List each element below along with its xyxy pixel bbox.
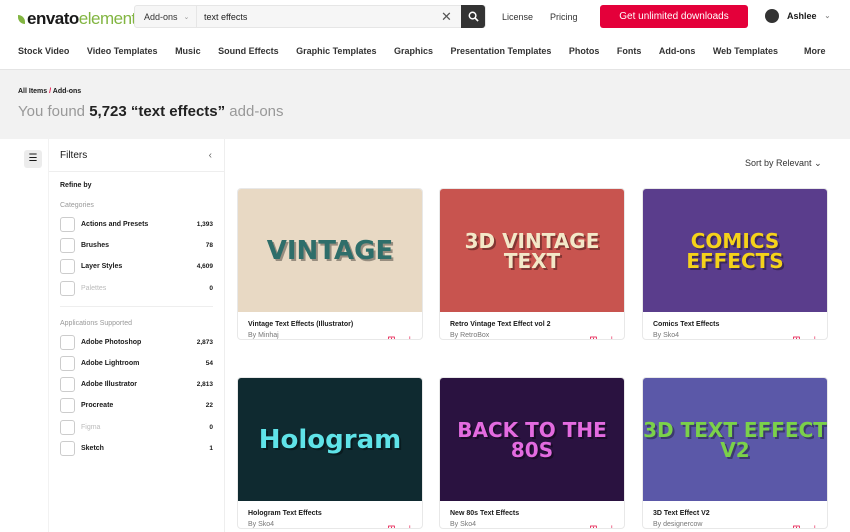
search-category-select[interactable]: Add-ons ⌄: [135, 6, 197, 27]
envato-logo[interactable]: envatoelements: [18, 9, 144, 29]
checkbox[interactable]: [60, 280, 75, 296]
checkbox[interactable]: [60, 377, 75, 393]
user-avatar-icon: [765, 9, 779, 23]
search-bar: Add-ons ⌄ text effects ✕: [134, 5, 486, 28]
download-icon[interactable]: ⤓: [408, 524, 412, 528]
nav-video-templates[interactable]: Video Templates: [87, 46, 158, 56]
chevron-down-icon: ⌄: [824, 13, 831, 20]
bookmark-icon[interactable]: ⊞: [387, 524, 395, 528]
item-thumbnail[interactable]: VINTAGE: [238, 189, 422, 312]
item-card[interactable]: 3D TEXT EFFECT V2 3D Text Effect V2 By d…: [642, 377, 828, 529]
filter-toggle-icon[interactable]: ☰: [24, 150, 42, 168]
refine-by-label: Refine by: [60, 182, 92, 189]
nav-sound-effects[interactable]: Sound Effects: [218, 46, 279, 56]
nav-presentation-templates[interactable]: Presentation Templates: [450, 46, 551, 56]
item-thumbnail[interactable]: COMICS EFFECTS: [643, 189, 827, 312]
results-heading: You found 5,723 “text effects” add-ons: [18, 103, 284, 120]
header: envatoelements Add-ons ⌄ text effects ✕ L…: [0, 0, 850, 70]
categories-heading: Categories: [60, 202, 94, 209]
nav-graphic-templates[interactable]: Graphic Templates: [296, 46, 376, 56]
get-unlimited-downloads-button[interactable]: Get unlimited downloads: [600, 5, 748, 28]
item-thumbnail[interactable]: 3D TEXT EFFECT V2: [643, 378, 827, 501]
nav-more[interactable]: More: [804, 46, 826, 56]
checkbox[interactable]: [60, 419, 75, 435]
item-card[interactable]: BACK TO THE 80S New 80s Text Effects By …: [439, 377, 625, 529]
category-nav: Stock Video Video Templates Music Sound …: [18, 46, 843, 56]
nav-photos[interactable]: Photos: [569, 46, 600, 56]
filter-option[interactable]: Layer Styles 4,609: [49, 256, 224, 277]
collapse-chevron-icon[interactable]: ‹: [209, 150, 212, 161]
item-title[interactable]: Retro Vintage Text Effect vol 2: [450, 321, 624, 328]
item-title[interactable]: New 80s Text Effects: [450, 510, 624, 517]
breadcrumb-add-ons[interactable]: Add-ons: [53, 88, 81, 95]
item-title[interactable]: 3D Text Effect V2: [653, 510, 827, 517]
bookmark-icon[interactable]: ⊞: [792, 335, 800, 339]
filter-option[interactable]: Figma 0: [49, 417, 224, 438]
filter-option[interactable]: Adobe Lightroom 54: [49, 353, 224, 374]
nav-graphics[interactable]: Graphics: [394, 46, 433, 56]
filter-option[interactable]: Brushes 78: [49, 235, 224, 256]
nav-stock-video[interactable]: Stock Video: [18, 46, 69, 56]
nav-music[interactable]: Music: [175, 46, 201, 56]
checkbox[interactable]: [60, 259, 75, 275]
search-icon: [468, 11, 479, 22]
checkbox[interactable]: [60, 398, 75, 414]
download-icon[interactable]: ⤓: [813, 524, 817, 528]
download-icon[interactable]: ⤓: [813, 335, 817, 339]
checkbox[interactable]: [60, 334, 75, 350]
item-card[interactable]: COMICS EFFECTS Comics Text Effects By Sk…: [642, 188, 828, 340]
filters-title: Filters: [60, 149, 88, 161]
download-icon[interactable]: ⤓: [610, 524, 614, 528]
filter-option[interactable]: Actions and Presets 1,393: [49, 214, 224, 235]
filters-panel: Filters ‹ Refine by Categories Actions an…: [48, 139, 225, 532]
applications-heading: Applications Supported: [60, 319, 132, 327]
main-content: ☰ Filters ‹ Refine by Categories Actions …: [0, 139, 850, 532]
item-title[interactable]: Comics Text Effects: [653, 321, 827, 328]
nav-web-templates[interactable]: Web Templates: [713, 46, 778, 56]
filter-option[interactable]: Sketch 1: [49, 438, 224, 459]
download-icon[interactable]: ⤓: [610, 335, 614, 339]
search-input[interactable]: text effects: [197, 12, 441, 22]
filter-option[interactable]: Adobe Illustrator 2,813: [49, 374, 224, 395]
license-link[interactable]: License: [502, 12, 533, 22]
divider: [60, 305, 213, 307]
bookmark-icon[interactable]: ⊞: [792, 524, 800, 528]
item-thumbnail[interactable]: BACK TO THE 80S: [440, 378, 624, 501]
filter-option[interactable]: Adobe Photoshop 2,873: [49, 332, 224, 353]
item-card[interactable]: VINTAGE Vintage Text Effects (Illustrato…: [237, 188, 423, 340]
nav-add-ons[interactable]: Add-ons: [659, 46, 696, 56]
item-card[interactable]: 3D VINTAGE TEXT Retro Vintage Text Effec…: [439, 188, 625, 340]
filter-option[interactable]: Procreate 22: [49, 395, 224, 416]
chevron-down-icon: ⌄: [183, 13, 190, 21]
chevron-down-icon: ⌄: [814, 158, 822, 168]
item-title[interactable]: Hologram Text Effects: [248, 510, 422, 517]
bookmark-icon[interactable]: ⊞: [387, 335, 395, 339]
item-card[interactable]: Hologram Hologram Text Effects By Sko4 ⊞…: [237, 377, 423, 529]
download-icon[interactable]: ⤓: [408, 335, 412, 339]
clear-search-icon[interactable]: ✕: [441, 9, 461, 25]
sort-dropdown[interactable]: Sort by Relevant ⌄: [745, 158, 822, 169]
search-button[interactable]: [461, 5, 485, 28]
breadcrumb-all-items[interactable]: All Items: [18, 88, 47, 95]
checkbox[interactable]: [60, 217, 75, 233]
checkbox[interactable]: [60, 440, 75, 456]
item-thumbnail[interactable]: Hologram: [238, 378, 422, 501]
nav-fonts[interactable]: Fonts: [617, 46, 642, 56]
item-title[interactable]: Vintage Text Effects (Illustrator): [248, 321, 422, 328]
checkbox[interactable]: [60, 238, 75, 254]
bookmark-icon[interactable]: ⊞: [589, 524, 597, 528]
bookmark-icon[interactable]: ⊞: [589, 335, 597, 339]
checkbox[interactable]: [60, 356, 75, 372]
breadcrumb: All Items / Add-ons: [18, 88, 82, 95]
user-menu[interactable]: Ashlee ⌄: [765, 9, 830, 23]
filter-option[interactable]: Palettes 0: [49, 278, 224, 299]
item-thumbnail[interactable]: 3D VINTAGE TEXT: [440, 189, 624, 312]
pricing-link[interactable]: Pricing: [550, 12, 578, 22]
